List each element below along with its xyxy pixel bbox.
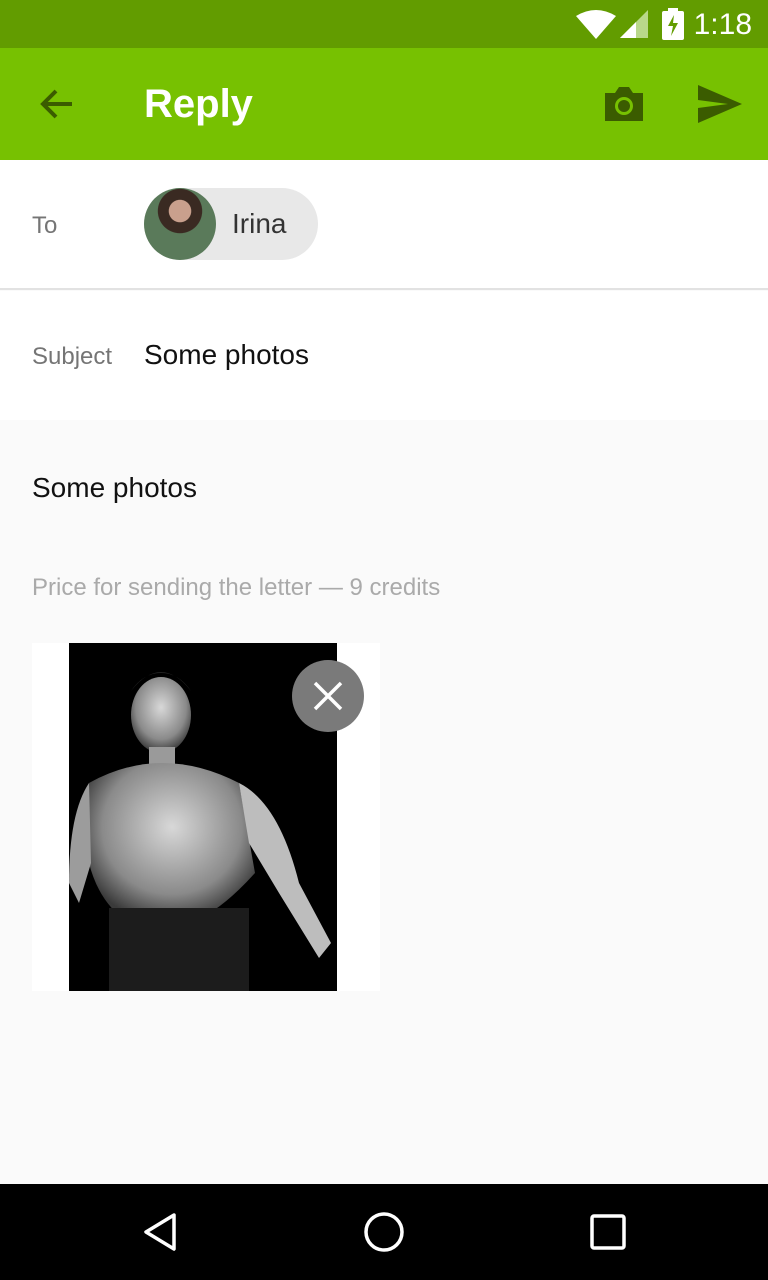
photo-attachment[interactable] [32, 643, 380, 991]
system-nav-bar [0, 1184, 768, 1280]
close-icon [313, 681, 343, 711]
camera-button[interactable] [592, 72, 656, 136]
status-time: 1:18 [693, 8, 752, 41]
camera-icon [605, 87, 643, 121]
price-note: Price for sending the letter — 9 credits [32, 574, 441, 601]
subject-row: Subject Some photos [0, 291, 768, 420]
nav-home-button[interactable] [352, 1200, 416, 1264]
avatar [144, 188, 216, 260]
send-button[interactable] [688, 72, 752, 136]
battery-charging-icon [662, 8, 684, 40]
recipient-chip[interactable]: Irina [144, 188, 318, 260]
recipient-row: To Irina [0, 160, 768, 290]
page-title: Reply [144, 82, 253, 126]
back-arrow-icon [40, 89, 72, 119]
message-body[interactable]: Some photos [32, 472, 197, 504]
subject-label: Subject [32, 343, 113, 370]
recents-square-icon [590, 1214, 626, 1250]
status-bar: 1:18 [0, 0, 768, 48]
wifi-icon [576, 10, 616, 39]
subject-field[interactable]: Some photos [144, 339, 309, 371]
to-label: To [32, 212, 58, 239]
remove-attachment-button[interactable] [292, 660, 364, 732]
home-circle-icon [364, 1212, 404, 1252]
back-button[interactable] [24, 72, 88, 136]
app-bar: Reply [0, 48, 768, 160]
nav-back-button[interactable] [128, 1200, 192, 1264]
back-triangle-icon [144, 1213, 176, 1251]
cell-signal-icon [620, 10, 648, 38]
send-icon [698, 85, 742, 123]
nav-recents-button[interactable] [576, 1200, 640, 1264]
recipient-name: Irina [232, 208, 287, 239]
